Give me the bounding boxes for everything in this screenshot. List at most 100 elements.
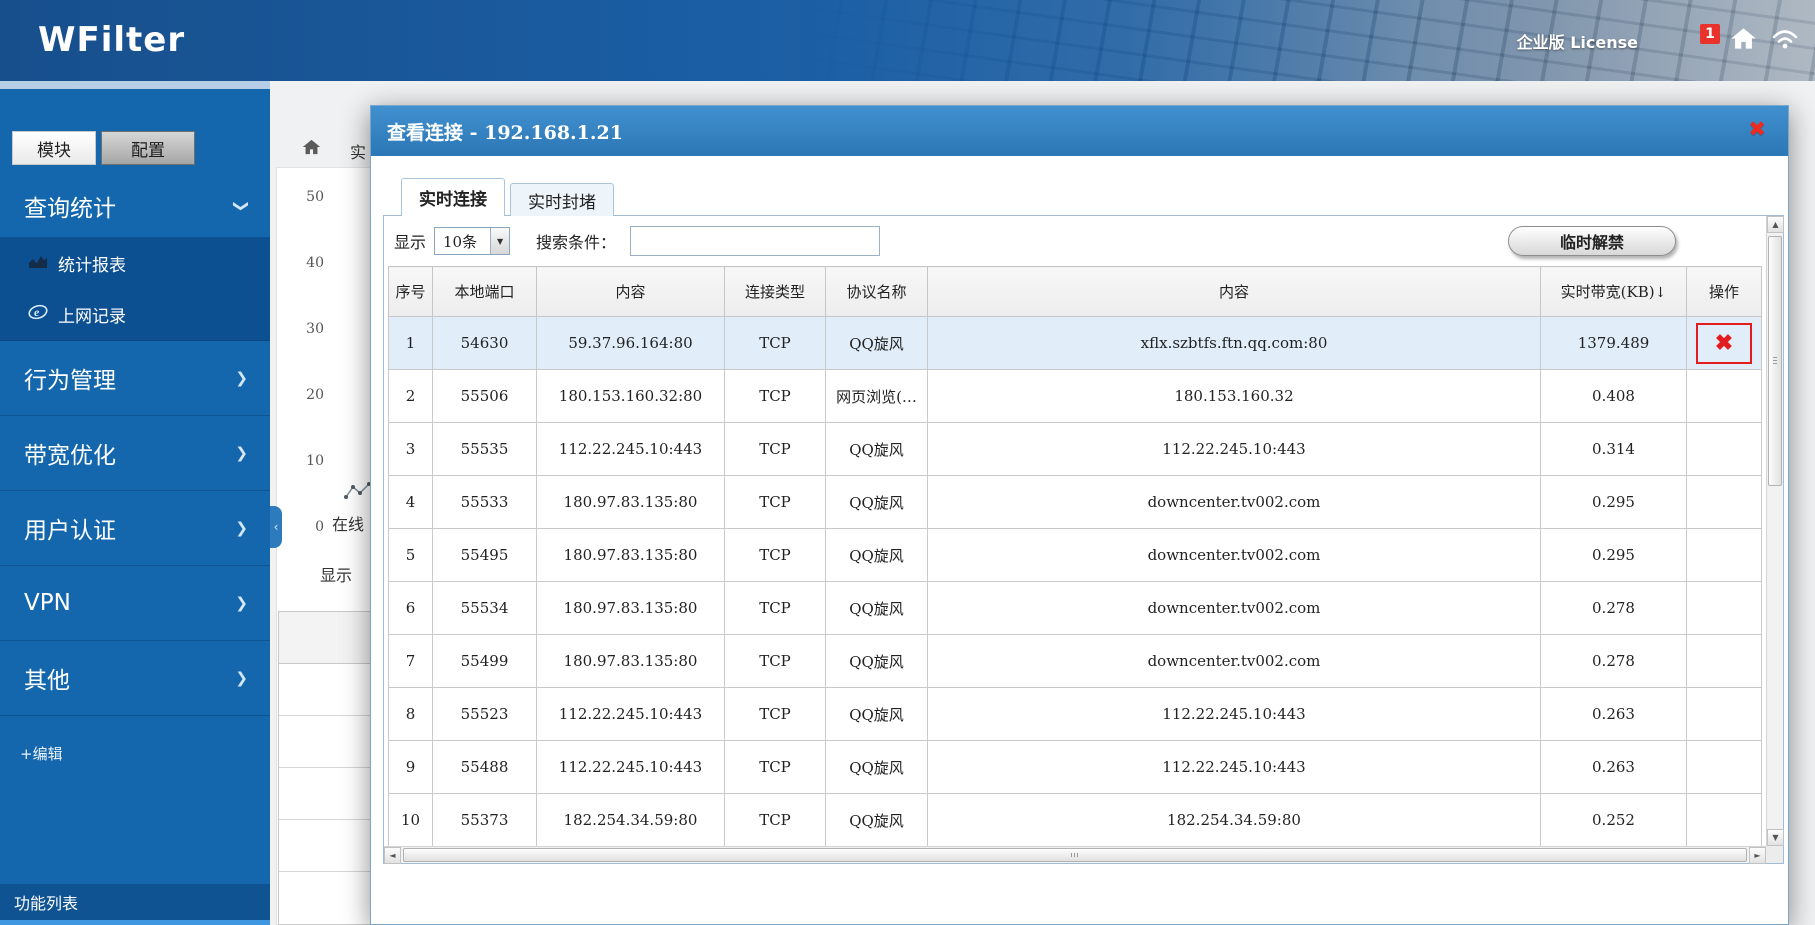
col-bandwidth[interactable]: 实时带宽(KB)↓ <box>1541 267 1687 317</box>
tab-realtime-blocks[interactable]: 实时封堵 <box>510 183 614 216</box>
cell-protocol: 网页浏览(… <box>826 370 928 423</box>
cell-protocol: QQ旋风 <box>826 741 928 794</box>
tab-modules[interactable]: 模块 <box>12 131 96 165</box>
cell-local-port: 55534 <box>433 582 537 635</box>
table-row[interactable]: 7 55499 180.97.83.135:80 TCP QQ旋风 downce… <box>389 635 1762 688</box>
col-index[interactable]: 序号 <box>389 267 433 317</box>
sidebar-item-query-stats[interactable]: 查询统计 ❯ <box>0 174 270 238</box>
cell-conn-type: TCP <box>725 476 826 529</box>
scroll-left-icon[interactable]: ◄ <box>384 847 401 864</box>
connections-table: 序号 本地端口 内容 连接类型 协议名称 内容 实时带宽(KB)↓ 操作 <box>388 266 1762 846</box>
sidebar-collapse-handle[interactable]: ‹ <box>270 506 282 548</box>
sidebar-item-auth[interactable]: 用户认证 ❯ <box>0 491 270 566</box>
cell-local-port: 55488 <box>433 741 537 794</box>
cell-local-port: 55373 <box>433 794 537 847</box>
edit-menu-link[interactable]: +编辑 <box>20 743 270 764</box>
horizontal-scrollbar[interactable]: ◄ ► <box>384 846 1766 863</box>
cell-conn-type: TCP <box>725 794 826 847</box>
dialog-titlebar[interactable]: 查看连接 - 192.168.1.21 ✖ <box>371 106 1788 156</box>
cell-bandwidth: 0.295 <box>1541 529 1687 582</box>
col-remote-content[interactable]: 内容 <box>928 267 1541 317</box>
cell-index: 3 <box>389 423 433 476</box>
block-connection-button[interactable]: ✖ <box>1696 323 1752 364</box>
y-axis-tick: 0 <box>292 519 324 535</box>
cell-bandwidth: 0.263 <box>1541 741 1687 794</box>
sidebar-item-web-records[interactable]: e 上网记录 <box>0 289 270 340</box>
top-bar: WFilter 企业版 License 1 <box>0 0 1815 81</box>
sidebar-item-vpn[interactable]: VPN ❯ <box>0 566 270 641</box>
notification-badge[interactable]: 1 <box>1700 24 1720 44</box>
cell-action <box>1687 529 1762 582</box>
tab-config[interactable]: 配置 <box>101 131 195 165</box>
scroll-up-icon[interactable]: ▲ <box>1767 216 1784 233</box>
dialog-title: 查看连接 - 192.168.1.21 <box>387 118 623 145</box>
sidebar-item-other[interactable]: 其他 ❯ <box>0 641 270 716</box>
cell-bandwidth: 0.408 <box>1541 370 1687 423</box>
scroll-down-icon[interactable]: ▼ <box>1767 829 1784 846</box>
sidebar-item-label: 统计报表 <box>58 251 126 276</box>
col-content[interactable]: 内容 <box>537 267 725 317</box>
sidebar-item-stat-reports[interactable]: 统计报表 <box>0 238 270 289</box>
table-row[interactable]: 4 55533 180.97.83.135:80 TCP QQ旋风 downce… <box>389 476 1762 529</box>
select-dropdown-arrow-icon[interactable]: ▼ <box>490 228 509 254</box>
table-row[interactable]: 10 55373 182.254.34.59:80 TCP QQ旋风 182.2… <box>389 794 1762 847</box>
app-logo: WFilter <box>38 20 185 60</box>
col-local-port[interactable]: 本地端口 <box>433 267 537 317</box>
home-icon[interactable] <box>1730 27 1757 54</box>
cell-remote-content: 112.22.245.10:443 <box>928 688 1541 741</box>
table-row[interactable]: 9 55488 112.22.245.10:443 TCP QQ旋风 112.2… <box>389 741 1762 794</box>
close-icon[interactable]: ✖ <box>1748 119 1766 140</box>
cell-remote-content: 112.22.245.10:443 <box>928 423 1541 476</box>
cell-protocol: QQ旋风 <box>826 635 928 688</box>
vertical-scrollbar[interactable]: ▲ ▼ <box>1766 216 1783 846</box>
cell-action <box>1687 741 1762 794</box>
search-label: 搜索条件： <box>536 229 616 253</box>
breadcrumb-home-icon[interactable] <box>302 139 321 159</box>
cell-protocol: QQ旋风 <box>826 582 928 635</box>
cell-index: 5 <box>389 529 433 582</box>
table-row[interactable]: 5 55495 180.97.83.135:80 TCP QQ旋风 downce… <box>389 529 1762 582</box>
cell-action <box>1687 794 1762 847</box>
col-conn-type[interactable]: 连接类型 <box>725 267 826 317</box>
cell-index: 6 <box>389 582 433 635</box>
cell-action <box>1687 370 1762 423</box>
scroll-right-icon[interactable]: ► <box>1749 847 1766 864</box>
table-row[interactable]: 8 55523 112.22.245.10:443 TCP QQ旋风 112.2… <box>389 688 1762 741</box>
show-label: 显示 <box>394 229 426 253</box>
sidebar-item-label: 查询统计 <box>24 189 116 223</box>
cell-local-port: 55523 <box>433 688 537 741</box>
page-size-select[interactable]: 10条 ▼ <box>434 227 510 255</box>
cell-local-port: 54630 <box>433 317 537 370</box>
col-protocol[interactable]: 协议名称 <box>826 267 928 317</box>
sidebar-item-behavior[interactable]: 行为管理 ❯ <box>0 341 270 416</box>
cell-remote-content: xflx.szbtfs.ftn.qq.com:80 <box>928 317 1541 370</box>
chevron-down-icon: ❯ <box>233 199 251 212</box>
table-row[interactable]: 3 55535 112.22.245.10:443 TCP QQ旋风 112.2… <box>389 423 1762 476</box>
table-row[interactable]: 2 55506 180.153.160.32:80 TCP 网页浏览(… 180… <box>389 370 1762 423</box>
tab-realtime-connections[interactable]: 实时连接 <box>401 178 505 216</box>
col-action[interactable]: 操作 <box>1687 267 1762 317</box>
table-row[interactable]: 6 55534 180.97.83.135:80 TCP QQ旋风 downce… <box>389 582 1762 635</box>
cell-conn-type: TCP <box>725 317 826 370</box>
wifi-status-icon[interactable] <box>1771 28 1799 53</box>
cell-conn-type: TCP <box>725 370 826 423</box>
sidebar-menu: 查询统计 ❯ 统计报表 e 上网记录 <box>0 174 270 716</box>
horizontal-scroll-thumb[interactable] <box>403 848 1747 862</box>
cell-conn-type: TCP <box>725 741 826 794</box>
cell-content: 180.97.83.135:80 <box>537 529 725 582</box>
breadcrumb: 实 <box>350 139 366 163</box>
cell-local-port: 55535 <box>433 423 537 476</box>
sidebar-item-label: 带宽优化 <box>24 436 116 470</box>
sidebar-mode-tabs: 模块 配置 <box>12 131 270 165</box>
cell-bandwidth: 0.252 <box>1541 794 1687 847</box>
cell-action: ✖ <box>1687 317 1762 370</box>
sidebar-item-label: 上网记录 <box>58 302 126 327</box>
cell-protocol: QQ旋风 <box>826 794 928 847</box>
table-row[interactable]: 1 54630 59.37.96.164:80 TCP QQ旋风 xflx.sz… <box>389 317 1762 370</box>
temporary-unblock-button[interactable]: 临时解禁 <box>1508 226 1676 256</box>
cell-remote-content: 180.153.160.32 <box>928 370 1541 423</box>
sidebar-item-bandwidth[interactable]: 带宽优化 ❯ <box>0 416 270 491</box>
vertical-scroll-thumb[interactable] <box>1768 236 1782 486</box>
search-input[interactable] <box>630 226 880 256</box>
page-size-value: 10条 <box>443 231 477 252</box>
